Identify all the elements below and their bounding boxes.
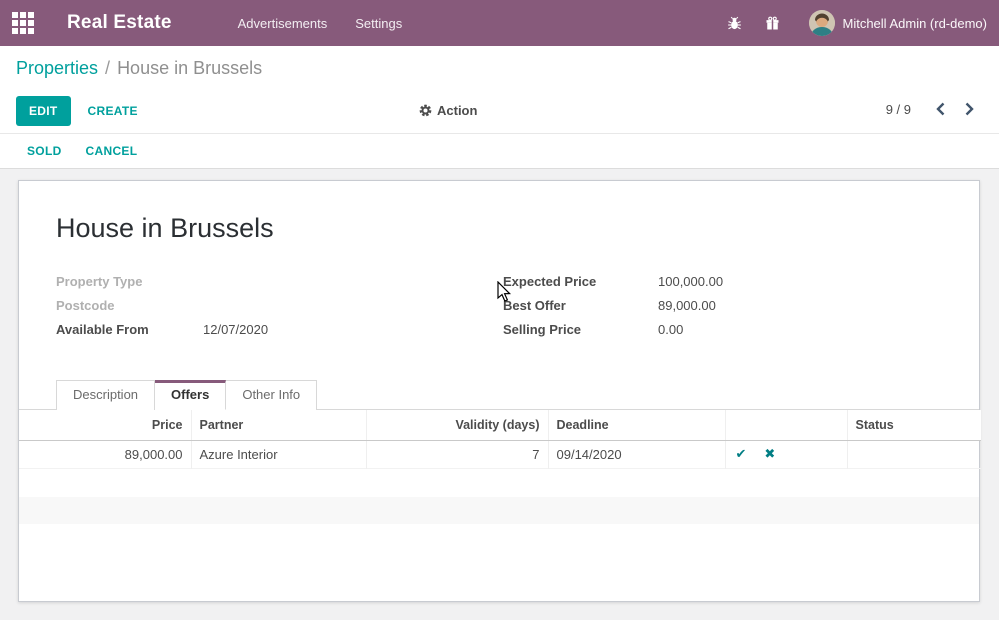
gear-icon bbox=[419, 104, 432, 117]
offer-price: 89,000.00 bbox=[19, 440, 191, 468]
gift-icon bbox=[765, 16, 780, 31]
postcode-label: Postcode bbox=[56, 298, 203, 313]
pager-value: 9 / 9 bbox=[886, 102, 911, 117]
col-header-price[interactable]: Price bbox=[19, 410, 191, 440]
apps-grid-icon bbox=[12, 12, 34, 34]
topbar-right: Mitchell Admin (rd-demo) bbox=[719, 7, 999, 39]
field-selling-price: Selling Price 0.00 bbox=[503, 322, 942, 340]
field-group-left: Property Type Postcode Available From 12… bbox=[56, 274, 503, 340]
user-avatar bbox=[809, 10, 835, 36]
top-navbar: Real Estate Advertisements Settings bbox=[0, 0, 999, 46]
breadcrumb: Properties / House in Brussels bbox=[0, 46, 999, 90]
form-sheet: House in Brussels Property Type Postcode… bbox=[18, 180, 980, 602]
form-view: House in Brussels Property Type Postcode… bbox=[0, 170, 999, 620]
breadcrumb-current: House in Brussels bbox=[117, 58, 262, 79]
user-menu[interactable]: Mitchell Admin (rd-demo) bbox=[809, 10, 988, 36]
action-label: Action bbox=[437, 103, 477, 118]
col-header-deadline[interactable]: Deadline bbox=[548, 410, 725, 440]
field-property-type: Property Type bbox=[56, 274, 503, 292]
offer-partner: Azure Interior bbox=[191, 440, 366, 468]
available-from-value[interactable]: 12/07/2020 bbox=[203, 322, 268, 337]
tab-offers[interactable]: Offers bbox=[155, 380, 226, 410]
tab-description[interactable]: Description bbox=[56, 380, 155, 410]
expected-price-value[interactable]: 100,000.00 bbox=[658, 274, 723, 289]
pager-next-button[interactable] bbox=[960, 100, 979, 118]
col-header-validity[interactable]: Validity (days) bbox=[366, 410, 548, 440]
offer-deadline: 09/14/2020 bbox=[548, 440, 725, 468]
empty-row bbox=[19, 469, 979, 497]
col-header-partner[interactable]: Partner bbox=[191, 410, 366, 440]
accept-offer-check-icon[interactable]: ✔ bbox=[734, 447, 749, 462]
gift-rewards-button[interactable] bbox=[757, 7, 789, 39]
offers-table: Price Partner Validity (days) Deadline S… bbox=[19, 410, 981, 469]
menu-advertisements[interactable]: Advertisements bbox=[228, 10, 338, 37]
create-button[interactable]: CREATE bbox=[86, 96, 140, 126]
field-group-right: Expected Price 100,000.00 Best Offer 89,… bbox=[503, 274, 942, 340]
control-panel: EDIT CREATE Action 9 / 9 bbox=[0, 90, 999, 133]
col-header-status[interactable]: Status bbox=[847, 410, 981, 440]
bug-icon bbox=[727, 16, 742, 31]
app-window: Real Estate Advertisements Settings bbox=[0, 0, 999, 620]
cancel-button[interactable]: CANCEL bbox=[86, 144, 138, 158]
field-groups: Property Type Postcode Available From 12… bbox=[56, 274, 942, 340]
offers-table-header: Price Partner Validity (days) Deadline S… bbox=[19, 410, 981, 440]
user-name: Mitchell Admin (rd-demo) bbox=[843, 16, 988, 31]
offer-row[interactable]: 89,000.00 Azure Interior 7 09/14/2020 ✔ … bbox=[19, 440, 981, 468]
form-statusbar: SOLD CANCEL bbox=[0, 133, 999, 169]
pager: 9 / 9 bbox=[886, 100, 979, 118]
expected-price-label: Expected Price bbox=[503, 274, 658, 289]
property-type-label: Property Type bbox=[56, 274, 203, 289]
breadcrumb-properties-link[interactable]: Properties bbox=[16, 58, 98, 79]
field-available-from: Available From 12/07/2020 bbox=[56, 322, 503, 340]
refuse-offer-cross-icon[interactable]: ✖ bbox=[762, 447, 777, 462]
offer-status bbox=[847, 440, 981, 468]
chevron-right-icon bbox=[964, 102, 975, 116]
best-offer-value[interactable]: 89,000.00 bbox=[658, 298, 716, 313]
breadcrumb-separator: / bbox=[105, 58, 110, 79]
field-best-offer: Best Offer 89,000.00 bbox=[503, 298, 942, 316]
action-menu-button[interactable]: Action bbox=[419, 103, 477, 118]
debug-bug-icon[interactable] bbox=[719, 7, 751, 39]
offer-validity: 7 bbox=[366, 440, 548, 468]
notebook-tabs: Description Offers Other Info bbox=[19, 380, 979, 410]
col-header-buttons bbox=[725, 410, 847, 440]
offer-buttons-cell: ✔ ✖ bbox=[725, 440, 847, 468]
apps-menu-button[interactable] bbox=[0, 0, 46, 46]
tab-other-info[interactable]: Other Info bbox=[226, 380, 317, 410]
app-title: Real Estate bbox=[67, 12, 172, 34]
field-postcode: Postcode bbox=[56, 298, 503, 316]
menu-settings[interactable]: Settings bbox=[345, 10, 412, 37]
edit-button[interactable]: EDIT bbox=[16, 96, 71, 126]
property-title: House in Brussels bbox=[56, 213, 979, 244]
available-from-label: Available From bbox=[56, 322, 203, 337]
top-menu: Advertisements Settings bbox=[228, 10, 413, 37]
selling-price-label: Selling Price bbox=[503, 322, 658, 337]
selling-price-value[interactable]: 0.00 bbox=[658, 322, 683, 337]
best-offer-label: Best Offer bbox=[503, 298, 658, 313]
chevron-left-icon bbox=[935, 102, 946, 116]
field-expected-price: Expected Price 100,000.00 bbox=[503, 274, 942, 292]
empty-row-striped bbox=[19, 497, 979, 524]
pager-previous-button[interactable] bbox=[931, 100, 950, 118]
sold-button[interactable]: SOLD bbox=[27, 144, 62, 158]
